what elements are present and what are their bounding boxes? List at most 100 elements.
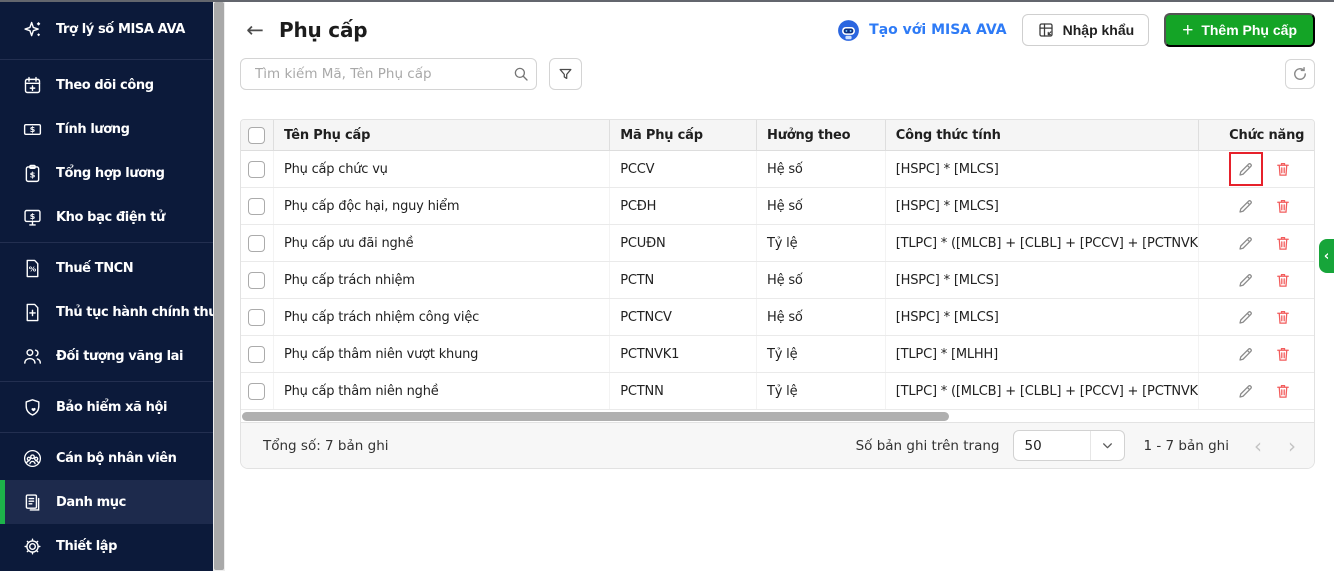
sidebar-item-tro-ly-so[interactable]: Trợ lý số MISA AVA [0,2,213,56]
previous-page-button[interactable]: ‹ [1254,436,1262,456]
create-with-ava-label: Tạo với MISA AVA [869,22,1006,38]
allowance-code: PCTNCV [610,299,757,335]
page-header: ← Phụ cấp Tạo với MISA AVA [240,2,1315,52]
table-row[interactable]: Phụ cấp trách nhiệm công việc PCTNCV Hệ … [241,299,1314,336]
sidebar-item-label: Tổng hợp lương [56,166,165,181]
delete-button[interactable] [1266,189,1300,223]
row-checkbox[interactable] [248,309,265,326]
active-indicator [0,480,5,524]
delete-button[interactable] [1266,152,1300,186]
allowance-formula: [HSPC] * [MLCS] [886,151,1199,187]
row-checkbox[interactable] [248,161,265,178]
table-row[interactable]: Phụ cấp thâm niên vượt khung PCTNVK1 Tỷ … [241,336,1314,373]
sidebar-item-can-bo[interactable]: Cán bộ nhân viên [0,436,213,480]
allowance-name: Phụ cấp độc hại, nguy hiểm [274,188,610,224]
refresh-button[interactable] [1285,59,1315,89]
main-content: ← Phụ cấp Tạo với MISA AVA [225,2,1334,571]
edit-button[interactable] [1229,189,1263,223]
sidebar-item-bao-hiem[interactable]: Bảo hiểm xã hội [0,385,213,429]
sidebar-item-label: Tính lương [56,122,130,137]
sidebar-item-tong-hop-luong[interactable]: $ Tổng hợp lương [0,151,213,195]
table-row[interactable]: Phụ cấp chức vụ PCCV Hệ số [HSPC] * [MLC… [241,151,1314,188]
filter-button[interactable] [549,58,582,90]
column-header-code[interactable]: Mã Phụ cấp [610,120,757,150]
allowance-name: Phụ cấp trách nhiệm công việc [274,299,610,335]
sidebar-item-doi-tuong-vang-lai[interactable]: Đối tượng vãng lai [0,334,213,378]
sidebar-item-thiet-lap[interactable]: Thiết lập [0,524,213,568]
horizontal-scrollbar[interactable] [241,410,1314,422]
allowance-basis: Tỷ lệ [757,225,886,261]
sidebar-item-danh-muc[interactable]: Danh mục [0,480,213,524]
edit-button[interactable] [1229,374,1263,408]
edit-button[interactable] [1229,337,1263,371]
import-button[interactable]: Nhập khẩu [1022,14,1150,46]
collapse-panel-button[interactable]: ‹ [1319,239,1334,273]
next-page-button[interactable]: › [1288,436,1296,456]
allowance-formula: [TLPC] * [MLHH] [886,336,1199,372]
column-header-formula[interactable]: Công thức tính [886,120,1199,150]
pager-arrows: ‹ › [1254,436,1296,456]
import-icon [1037,21,1055,39]
refresh-icon [1291,65,1309,83]
document-plus-icon [21,301,43,323]
sidebar-item-theo-doi-cong[interactable]: Theo dõi công [0,63,213,107]
search-input[interactable] [253,65,500,83]
calendar-plus-icon [21,74,43,96]
documents-icon [21,491,43,513]
table-header: Tên Phụ cấp Mã Phụ cấp Hưởng theo Công t… [241,120,1314,151]
sidebar-item-tinh-luong[interactable]: $ Tính lương [0,107,213,151]
column-header-name[interactable]: Tên Phụ cấp [274,120,610,150]
sidebar-scrollbar[interactable] [213,2,225,571]
select-all-checkbox[interactable] [248,127,265,144]
table-row[interactable]: Phụ cấp thâm niên nghề PCTNN Tỷ lệ [TLPC… [241,373,1314,410]
create-with-ava-button[interactable]: Tạo với MISA AVA [836,18,1006,43]
search-icon[interactable] [506,65,536,83]
sidebar-item-label: Theo dõi công [56,78,154,93]
ava-robot-icon [836,18,861,43]
delete-button[interactable] [1266,300,1300,334]
add-allowance-label: Thêm Phụ cấp [1201,22,1297,38]
group-icon [21,447,43,469]
table-row[interactable]: Phụ cấp ưu đãi nghề PCUĐN Tỷ lệ [TLPC] *… [241,225,1314,262]
table-row[interactable]: Phụ cấp độc hại, nguy hiểm PCĐH Hệ số [H… [241,188,1314,225]
row-checkbox[interactable] [248,346,265,363]
edit-button[interactable] [1229,300,1263,334]
edit-button-highlighted[interactable] [1229,152,1263,186]
svg-text:$: $ [29,125,34,134]
sidebar-item-label: Đối tượng vãng lai [56,349,183,364]
per-page-select[interactable]: 50 [1013,430,1125,461]
delete-button[interactable] [1266,337,1300,371]
per-page-label: Số bản ghi trên trang [856,438,1000,454]
add-allowance-button[interactable]: + Thêm Phụ cấp [1164,13,1315,47]
allowance-code: PCTNN [610,373,757,409]
sidebar-divider [0,381,213,382]
allowance-basis: Hệ số [757,262,886,298]
table-row[interactable]: Phụ cấp trách nhiệm PCTN Hệ số [HSPC] * … [241,262,1314,299]
allowance-code: PCĐH [610,188,757,224]
row-checkbox[interactable] [248,383,265,400]
row-checkbox[interactable] [248,235,265,252]
gear-icon [21,535,43,557]
people-icon [21,345,43,367]
sidebar-item-label: Danh mục [56,495,126,510]
select-all-checkbox-cell [241,120,274,150]
edit-button[interactable] [1229,263,1263,297]
row-checkbox[interactable] [248,272,265,289]
sidebar-item-label: Bảo hiểm xã hội [56,400,167,415]
sidebar-item-thu-tuc-hanh-chinh[interactable]: Thủ tục hành chính thuế [0,290,213,334]
sidebar-scrollbar-thumb[interactable] [214,2,224,570]
delete-button[interactable] [1266,374,1300,408]
allowance-formula: [HSPC] * [MLCS] [886,262,1199,298]
row-checkbox[interactable] [248,198,265,215]
sidebar-divider [0,242,213,243]
edit-button[interactable] [1229,226,1263,260]
sidebar-item-kho-bac[interactable]: $ Kho bạc điện tử [0,195,213,239]
sidebar-item-label: Cán bộ nhân viên [56,451,177,466]
back-button[interactable]: ← [240,15,270,45]
app-window: Trợ lý số MISA AVA Theo dõi công $ Tính … [0,0,1334,571]
horizontal-scrollbar-thumb[interactable] [242,412,949,421]
sidebar-item-thue-tncn[interactable]: % Thuế TNCN [0,246,213,290]
delete-button[interactable] [1266,226,1300,260]
column-header-basis[interactable]: Hưởng theo [757,120,886,150]
delete-button[interactable] [1266,263,1300,297]
